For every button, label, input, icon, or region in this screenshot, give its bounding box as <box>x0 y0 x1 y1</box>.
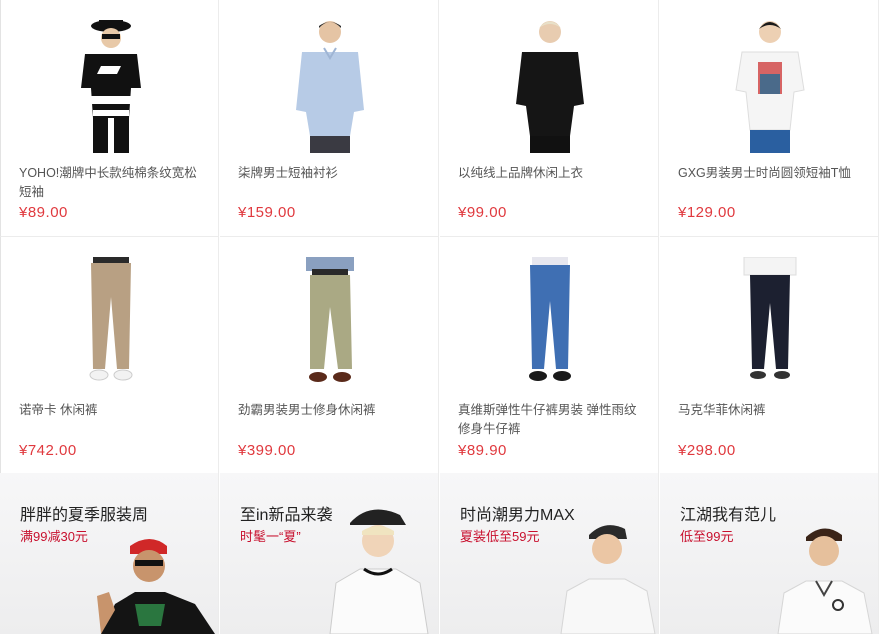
product-title[interactable]: 真维斯弹性牛仔裤男装 弹性雨纹修身牛仔裤 <box>458 401 643 439</box>
product-title[interactable]: GXG男装男士时尚圆领短袖T恤 <box>678 164 863 183</box>
product-price: ¥99.00 <box>458 204 507 221</box>
product-price: ¥742.00 <box>19 442 77 459</box>
product-image[interactable] <box>1 257 220 392</box>
promo-subtitle: 低至99元 <box>680 529 734 544</box>
product-card[interactable]: 诺帝卡 休闲裤 ¥742.00 <box>0 237 219 474</box>
product-image[interactable] <box>440 18 659 153</box>
promo-title: 至in新品来袭 <box>240 507 333 524</box>
product-card[interactable]: 以纯线上品牌休闲上衣 ¥99.00 <box>440 0 659 237</box>
promo-subtitle: 时髦一“夏” <box>240 529 301 544</box>
product-title[interactable]: 马克华菲休闲裤 <box>678 401 863 420</box>
product-price: ¥298.00 <box>678 442 736 459</box>
promo-model-image <box>97 539 215 634</box>
product-image[interactable] <box>440 257 659 392</box>
product-title[interactable]: 以纯线上品牌休闲上衣 <box>458 164 643 183</box>
product-title[interactable]: 劲霸男装男士修身休闲裤 <box>238 401 423 420</box>
promo-model-image <box>329 509 429 634</box>
product-card[interactable]: 劲霸男装男士修身休闲裤 ¥399.00 <box>220 237 439 474</box>
product-card[interactable]: 马克华菲休闲裤 ¥298.00 <box>660 237 879 474</box>
promo-banner[interactable]: 胖胖的夏季服装周 满99减30元 <box>0 473 219 634</box>
product-price: ¥159.00 <box>238 204 296 221</box>
promo-title: 胖胖的夏季服装周 <box>20 507 149 524</box>
promo-subtitle: 夏装低至59元 <box>460 529 540 544</box>
promo-banner[interactable]: 至in新品来袭 时髦一“夏” <box>220 473 439 634</box>
product-image[interactable] <box>1 18 220 153</box>
product-image[interactable] <box>220 18 439 153</box>
product-card[interactable]: 柒牌男士短袖衬衫 ¥159.00 <box>220 0 439 237</box>
product-title[interactable]: 诺帝卡 休闲裤 <box>19 401 204 420</box>
product-grid: YOHO!潮牌中长款纯棉条纹宽松短袖 ¥89.00 柒牌男士短袖衬衫 ¥159.… <box>0 0 882 634</box>
product-price: ¥89.00 <box>19 204 68 221</box>
product-title[interactable]: 柒牌男士短袖衬衫 <box>238 164 423 183</box>
promo-banner[interactable]: 时尚潮男力MAX 夏装低至59元 <box>440 473 659 634</box>
product-image[interactable] <box>660 18 879 153</box>
product-card[interactable]: YOHO!潮牌中长款纯棉条纹宽松短袖 ¥89.00 <box>0 0 219 237</box>
promo-model-image <box>777 528 873 634</box>
product-price: ¥399.00 <box>238 442 296 459</box>
promo-banner[interactable]: 江湖我有范儿 低至99元 <box>660 473 879 634</box>
product-price: ¥89.90 <box>458 442 507 459</box>
product-card[interactable]: 真维斯弹性牛仔裤男装 弹性雨纹修身牛仔裤 ¥89.90 <box>440 237 659 474</box>
promo-title: 江湖我有范儿 <box>680 507 777 524</box>
promo-subtitle: 满99减30元 <box>20 529 88 544</box>
product-image[interactable] <box>220 257 439 392</box>
promo-model-image <box>560 525 656 634</box>
product-price: ¥129.00 <box>678 204 736 221</box>
product-card[interactable]: GXG男装男士时尚圆领短袖T恤 ¥129.00 <box>660 0 879 237</box>
product-title[interactable]: YOHO!潮牌中长款纯棉条纹宽松短袖 <box>19 164 204 202</box>
product-image[interactable] <box>660 257 879 392</box>
